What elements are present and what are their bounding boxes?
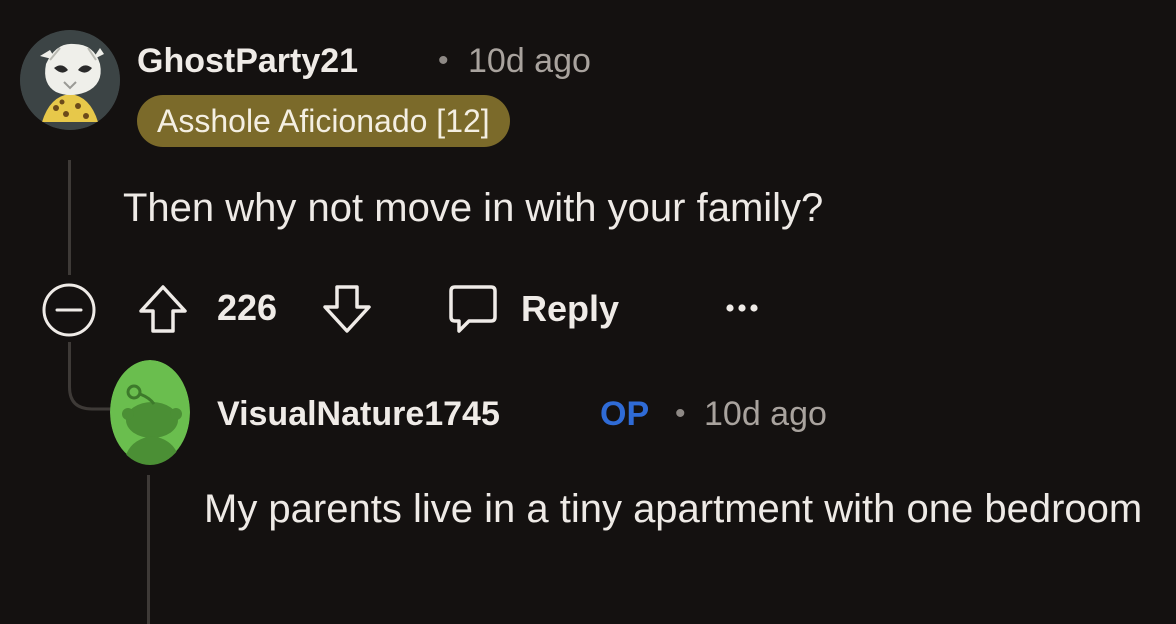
more-options-button[interactable] [718,290,766,326]
comment-body: My parents live in a tiny apartment with… [204,487,1143,531]
collapse-button[interactable] [41,282,97,338]
thread-line-top [68,160,71,275]
comment-timestamp[interactable]: 10d ago [704,395,827,434]
vote-score: 226 [217,287,278,328]
snoo-avatar-icon [110,360,190,465]
reply-label: Reply [521,288,620,329]
downvote-button[interactable] [321,283,373,335]
comment-thread: GhostParty21 • 10d ago Asshole Aficionad… [0,0,1176,624]
comment-body: Then why not move in with your family? [123,186,824,230]
separator-dot: • [438,44,449,77]
comment-author[interactable]: VisualNature1745 [217,395,500,434]
comment-author[interactable]: GhostParty21 [137,42,358,81]
comment-timestamp[interactable]: 10d ago [468,42,591,81]
user-avatar[interactable] [20,30,120,130]
thread-branch-curve [68,375,114,411]
separator-dot: • [675,397,686,430]
user-flair: Asshole Aficionado [12] [137,95,510,147]
speech-bubble-icon [449,285,497,333]
collapse-minus-icon [42,283,96,337]
arrow-down-icon [323,285,371,333]
op-badge: OP [600,395,650,433]
user-avatar[interactable] [110,360,190,465]
more-dots-icon [726,304,758,312]
arrow-up-icon [139,285,187,333]
reply-button[interactable]: Reply [447,283,619,335]
ghost-mask-avatar-icon [20,30,120,130]
thread-line-reply [147,475,150,624]
upvote-button[interactable] [137,283,189,335]
